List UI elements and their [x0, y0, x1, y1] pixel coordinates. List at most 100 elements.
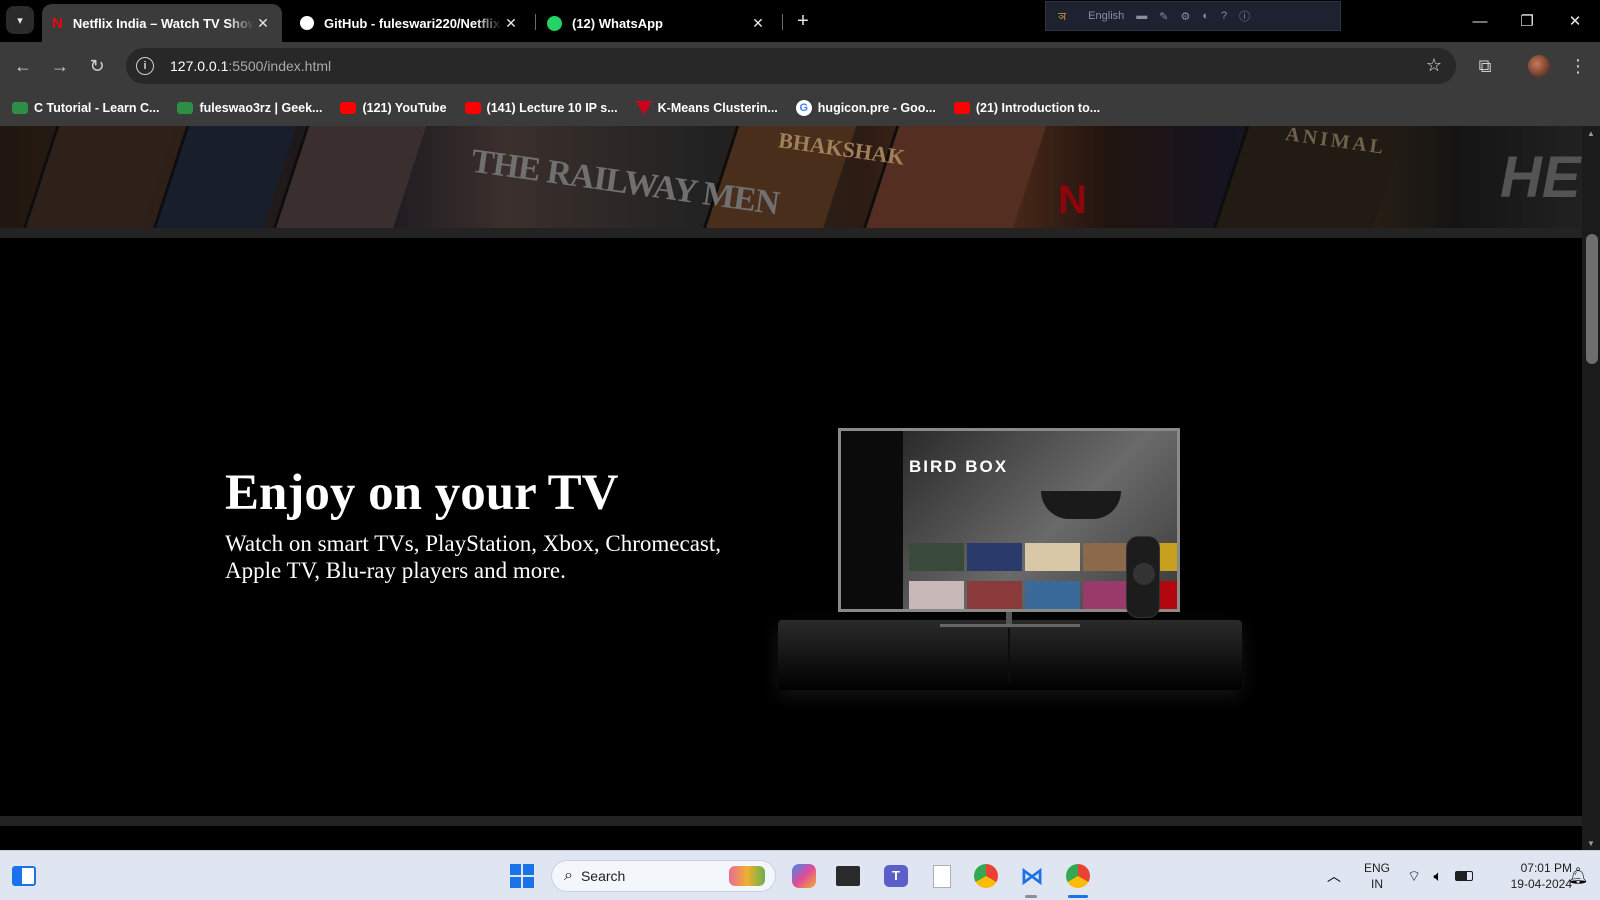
- reload-icon: ↻: [89, 55, 105, 76]
- page-scrollbar[interactable]: ▲ ▼: [1582, 126, 1600, 850]
- url-host: 127.0.0.1: [170, 58, 229, 74]
- profile-avatar[interactable]: [1526, 53, 1552, 79]
- widgets-button[interactable]: [8, 860, 40, 892]
- bookmark-item[interactable]: C Tutorial - Learn C...: [12, 101, 159, 115]
- chrome-profile-button[interactable]: [1062, 860, 1094, 892]
- tab-close-icon[interactable]: ✕: [254, 15, 272, 32]
- scroll-up-arrow-icon[interactable]: ▲: [1582, 126, 1600, 140]
- bookmark-label: hugicon.pre - Goo...: [817, 101, 936, 115]
- feature-subtitle: Watch on smart TVs, PlayStation, Xbox, C…: [225, 531, 721, 583]
- feature-title: Enjoy on your TV: [225, 465, 619, 521]
- poster-image: [270, 126, 430, 236]
- youtube-icon: [340, 102, 357, 114]
- youtube-icon: [464, 102, 481, 114]
- restore-button[interactable]: ❐: [1507, 6, 1547, 36]
- bookmark-item[interactable]: (121) YouTube: [340, 101, 447, 115]
- chevron-up-icon: ︿: [1327, 868, 1341, 884]
- notifications-button[interactable]: 🔔︎: [1562, 860, 1594, 892]
- settings-icon[interactable]: ⚙: [1180, 10, 1190, 23]
- help-icon[interactable]: ?: [1221, 10, 1227, 22]
- browser-toolbar: ← → ↻ i 127.0.0.1:5500/index.html ☆ ⧉ ⋮: [0, 42, 1600, 90]
- new-tab-button[interactable]: +: [790, 8, 816, 34]
- bookmark-star-icon[interactable]: ☆: [1426, 55, 1442, 76]
- edge-icon[interactable]: ◐: [1202, 10, 1209, 22]
- geeks-icon: [177, 102, 194, 114]
- url-text[interactable]: 127.0.0.1:5500/index.html: [170, 58, 331, 74]
- pen-icon[interactable]: ✎: [1159, 10, 1168, 23]
- clock[interactable]: 07:01 PM 19-04-2024: [1482, 860, 1572, 892]
- scroll-thumb[interactable]: [1586, 234, 1598, 364]
- geeks-icon: [12, 102, 28, 114]
- forward-button[interactable]: →: [47, 53, 73, 79]
- forward-arrow-icon: →: [51, 55, 69, 76]
- teams-button[interactable]: T: [880, 860, 912, 892]
- menu-button[interactable]: ⋮: [1565, 53, 1591, 79]
- bookmark-item[interactable]: Ghugicon.pre - Goo...: [795, 100, 936, 116]
- more-vertical-icon: ⋮: [1569, 55, 1587, 76]
- remote-image: [1126, 536, 1160, 618]
- search-icon: ⌕: [564, 867, 573, 884]
- bookmark-label: C Tutorial - Learn C...: [34, 101, 160, 115]
- battery-button[interactable]: [1448, 860, 1480, 892]
- chrome-button[interactable]: [970, 860, 1002, 892]
- github-favicon-icon: [300, 16, 314, 30]
- browser-tab-strip: ▾ N Netflix India – Watch TV Shows Onlin…: [0, 0, 1600, 42]
- notepad-button[interactable]: [926, 860, 958, 892]
- bookmark-item[interactable]: (21) Introduction to...: [953, 101, 1101, 115]
- copilot-icon: [792, 864, 816, 888]
- teams-icon: T: [884, 865, 908, 887]
- tab-close-icon[interactable]: ✕: [749, 15, 767, 32]
- bookmark-item[interactable]: (141) Lecture 10 IP s...: [464, 101, 618, 115]
- vscode-button[interactable]: ⋈: [1016, 860, 1048, 892]
- tab-close-icon[interactable]: ✕: [502, 15, 520, 32]
- wifi-icon: ⌔: [1406, 867, 1422, 885]
- whatsapp-favicon-icon: [547, 15, 562, 31]
- section-divider: [0, 816, 1582, 826]
- tv-sidebar: [841, 431, 903, 609]
- back-button[interactable]: ←: [10, 53, 36, 79]
- close-window-button[interactable]: ✕: [1555, 6, 1595, 36]
- minimize-button[interactable]: —: [1460, 6, 1500, 36]
- bookmark-item[interactable]: fuleswao3rz | Geek...: [177, 101, 322, 115]
- file-explorer-button[interactable]: [832, 860, 864, 892]
- tab-title: GitHub - fuleswari220/Netflix-clone: [324, 15, 502, 31]
- banner-title: HEI: [1500, 145, 1582, 210]
- reload-button[interactable]: ↻: [84, 53, 110, 79]
- extensions-button[interactable]: ⧉: [1472, 53, 1498, 79]
- url-path: :5500/index.html: [228, 58, 332, 74]
- show-hidden-icons-button[interactable]: ︿: [1318, 860, 1350, 892]
- ime-language-label[interactable]: English: [1088, 10, 1124, 22]
- site-info-icon[interactable]: i: [136, 57, 154, 75]
- bookmark-label: K-Means Clusterin...: [657, 101, 778, 115]
- tab-search-button[interactable]: ▾: [6, 6, 34, 34]
- scroll-down-arrow-icon[interactable]: ▼: [1582, 836, 1600, 850]
- avatar: [1528, 55, 1550, 77]
- folder-icon: [836, 866, 860, 886]
- taskbar-search[interactable]: ⌕ Search: [551, 860, 776, 892]
- keyboard-icon[interactable]: ▬: [1136, 10, 1147, 22]
- info-icon[interactable]: ⓘ: [1239, 8, 1250, 24]
- chrome-icon: [1066, 864, 1090, 888]
- tab-netflix[interactable]: N Netflix India – Watch TV Shows Online …: [42, 4, 282, 42]
- copilot-button[interactable]: [788, 860, 820, 892]
- start-button[interactable]: [506, 860, 538, 892]
- battery-icon: [1455, 871, 1473, 881]
- page-viewport: THE RAILWAY MEN BHAKSHAK ANIMAL HEI N En…: [0, 126, 1582, 850]
- tab-github[interactable]: GitHub - fuleswari220/Netflix-clone ✕: [290, 4, 530, 42]
- google-icon: G: [795, 100, 812, 116]
- language-indicator[interactable]: ENG IN: [1362, 860, 1392, 892]
- netflix-favicon-icon: N: [52, 14, 63, 32]
- address-bar[interactable]: i 127.0.0.1:5500/index.html ☆: [126, 48, 1456, 84]
- document-icon: [933, 864, 951, 888]
- bell-icon: 🔔︎: [1567, 868, 1589, 885]
- bookmark-item[interactable]: K-Means Clusterin...: [635, 101, 778, 115]
- clock-time: 07:01 PM: [1520, 861, 1572, 875]
- active-indicator: [1068, 895, 1088, 898]
- vscode-icon: ⋈: [1020, 862, 1044, 890]
- region-code: IN: [1371, 877, 1383, 891]
- tab-whatsapp[interactable]: (12) WhatsApp ✕: [537, 4, 777, 42]
- bookmark-label: (21) Introduction to...: [975, 101, 1101, 115]
- ime-toolbar[interactable]: ञ English ▬ ✎ ⚙ ◐ ? ⓘ: [1045, 1, 1341, 31]
- widgets-icon: [12, 866, 36, 886]
- search-highlight-icon: [729, 866, 765, 886]
